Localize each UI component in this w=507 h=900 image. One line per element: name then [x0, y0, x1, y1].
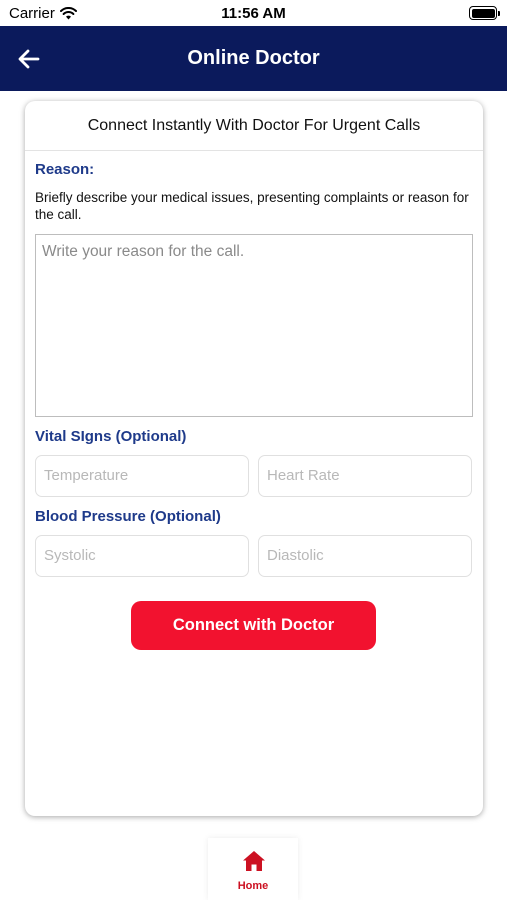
diastolic-placeholder: Diastolic	[267, 547, 324, 564]
status-bar: Carrier 11:56 AM	[0, 0, 507, 26]
heart-rate-input[interactable]: Heart Rate	[258, 455, 472, 497]
reason-helper-text: Briefly describe your medical issues, pr…	[35, 190, 469, 222]
connect-with-doctor-button[interactable]: Connect with Doctor	[131, 601, 376, 650]
home-icon	[243, 851, 265, 871]
consult-form-card: Connect Instantly With Doctor For Urgent…	[25, 101, 483, 816]
battery-icon	[469, 6, 500, 20]
temperature-input[interactable]: Temperature	[35, 455, 249, 497]
systolic-input[interactable]: Systolic	[35, 535, 249, 577]
heart-rate-placeholder: Heart Rate	[267, 467, 340, 484]
reason-textarea[interactable]: Write your reason for the call.	[35, 234, 473, 417]
systolic-placeholder: Systolic	[44, 547, 96, 564]
vital-signs-label: Vital SIgns (Optional)	[35, 428, 187, 445]
card-header: Connect Instantly With Doctor For Urgent…	[25, 101, 483, 151]
page-title: Online Doctor	[187, 47, 320, 69]
tab-home[interactable]: Home	[208, 838, 298, 900]
diastolic-input[interactable]: Diastolic	[258, 535, 472, 577]
reason-placeholder: Write your reason for the call.	[42, 243, 245, 260]
reason-label: Reason:	[35, 161, 95, 178]
blood-pressure-label: Blood Pressure (Optional)	[35, 508, 221, 525]
tab-home-label: Home	[237, 880, 269, 892]
temperature-placeholder: Temperature	[44, 467, 129, 484]
tab-bar: Home	[208, 838, 298, 900]
nav-bar: Online Doctor	[0, 26, 507, 91]
status-time: 11:56 AM	[221, 5, 286, 22]
